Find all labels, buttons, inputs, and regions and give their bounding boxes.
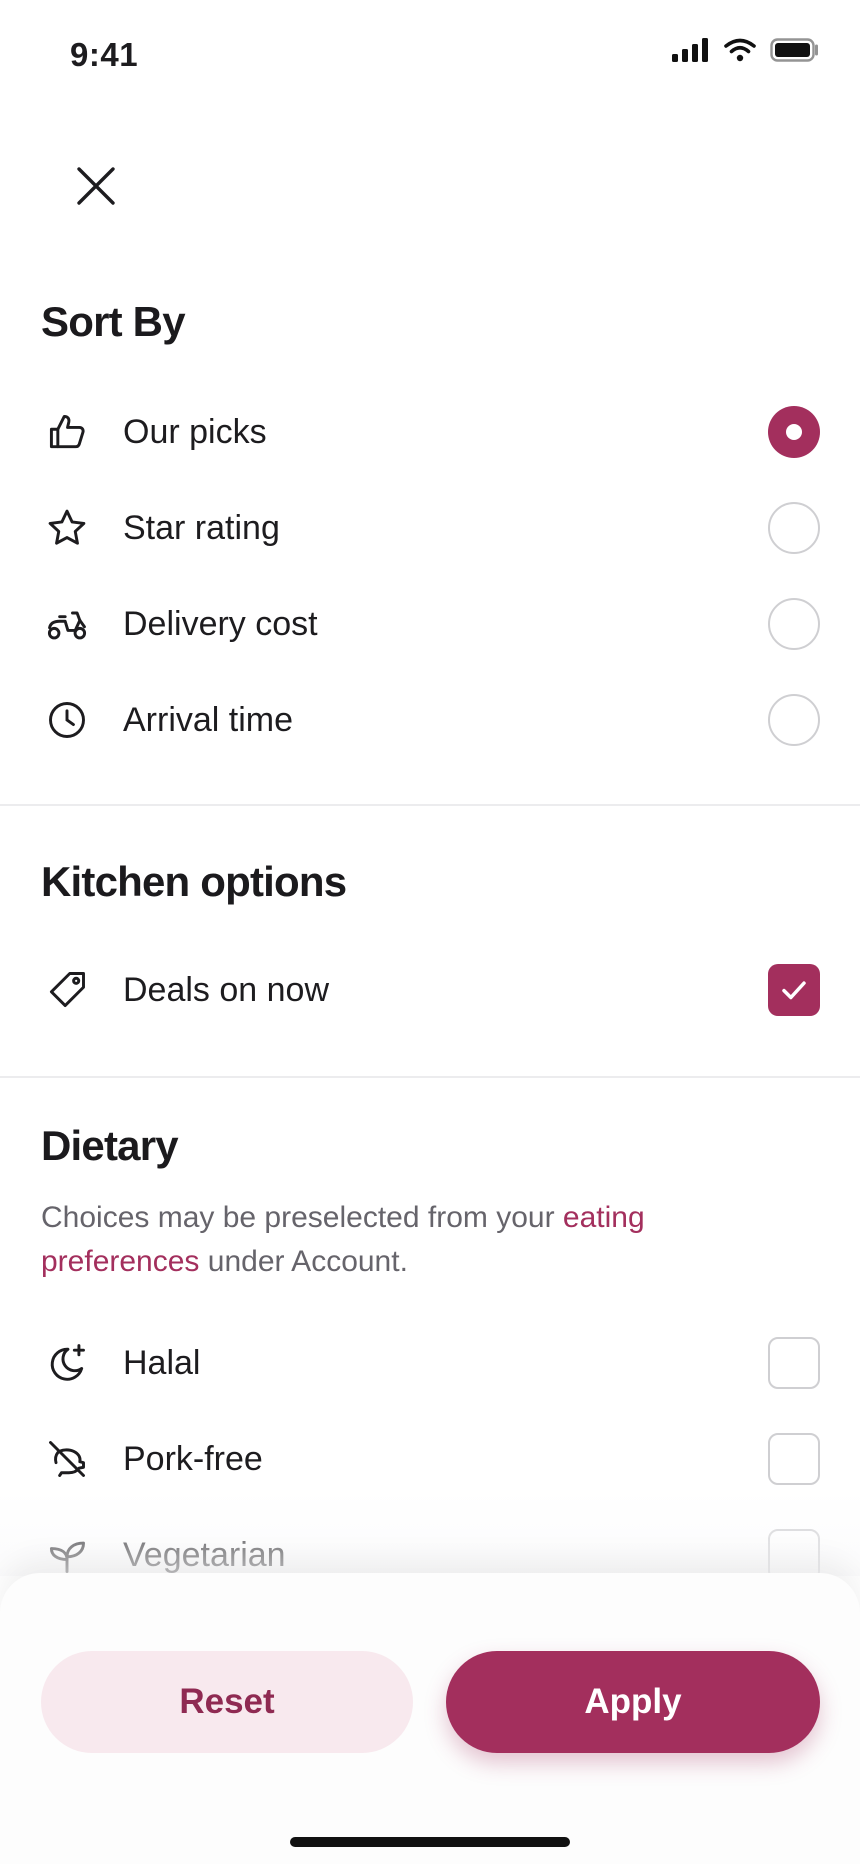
section-divider [0, 1076, 860, 1078]
radio-delivery-cost[interactable] [768, 598, 820, 650]
crescent-star-icon [44, 1340, 90, 1386]
dietary-option-pork-free[interactable]: Pork-free [0, 1416, 860, 1502]
dietary-option-label: Vegetarian [123, 1535, 286, 1574]
section-divider [0, 804, 860, 806]
signal-icon [672, 38, 708, 62]
tag-icon [44, 967, 90, 1013]
leaf-icon [44, 1532, 90, 1578]
wifi-icon [724, 38, 756, 62]
sort-option-label: Delivery cost [123, 604, 318, 643]
clock-icon [44, 697, 90, 743]
status-bar: 9:41 [0, 0, 860, 110]
sort-option-delivery-cost[interactable]: Delivery cost [0, 581, 860, 667]
star-icon [44, 505, 90, 551]
checkmark-icon [782, 981, 806, 1000]
thumbs-up-icon [44, 409, 90, 455]
checkbox-pork-free[interactable] [768, 1433, 820, 1485]
radio-star-rating[interactable] [768, 502, 820, 554]
battery-icon [770, 38, 818, 62]
close-icon [77, 167, 115, 205]
checkbox-halal[interactable] [768, 1337, 820, 1389]
status-icons [672, 38, 820, 62]
apply-button[interactable]: Apply [446, 1651, 820, 1753]
checkbox-deals-on-now[interactable] [768, 964, 820, 1016]
sort-option-star-rating[interactable]: Star rating [0, 485, 860, 571]
status-time: 9:41 [70, 36, 139, 73]
sort-option-label: Star rating [123, 508, 280, 547]
dietary-description-suffix: under Account. [199, 1245, 408, 1278]
scooter-icon [44, 601, 90, 647]
sort-option-our-picks[interactable]: Our picks [0, 389, 860, 475]
dietary-option-halal[interactable]: Halal [0, 1320, 860, 1406]
radio-our-picks[interactable] [768, 406, 820, 458]
sort-by-title: Sort By [41, 298, 186, 345]
sort-option-arrival-time[interactable]: Arrival time [0, 677, 860, 763]
close-button[interactable] [66, 156, 126, 216]
dietary-option-label: Pork-free [123, 1439, 263, 1478]
reset-button[interactable]: Reset [41, 1651, 413, 1753]
dietary-description: Choices may be preselected from your eat… [41, 1196, 801, 1284]
kitchen-option-label: Deals on now [123, 970, 330, 1009]
sort-option-label: Our picks [123, 412, 267, 451]
no-pork-icon [44, 1436, 90, 1482]
sort-option-label: Arrival time [123, 700, 294, 739]
home-indicator [290, 1837, 570, 1847]
dietary-title: Dietary [41, 1122, 179, 1169]
radio-arrival-time[interactable] [768, 694, 820, 746]
kitchen-option-deals-on-now[interactable]: Deals on now [0, 947, 860, 1033]
dietary-description-prefix: Choices may be preselected from your [41, 1201, 563, 1234]
kitchen-options-title: Kitchen options [41, 858, 347, 905]
dietary-option-label: Halal [123, 1343, 201, 1382]
bottom-action-bar: Reset Apply [0, 1573, 860, 1864]
